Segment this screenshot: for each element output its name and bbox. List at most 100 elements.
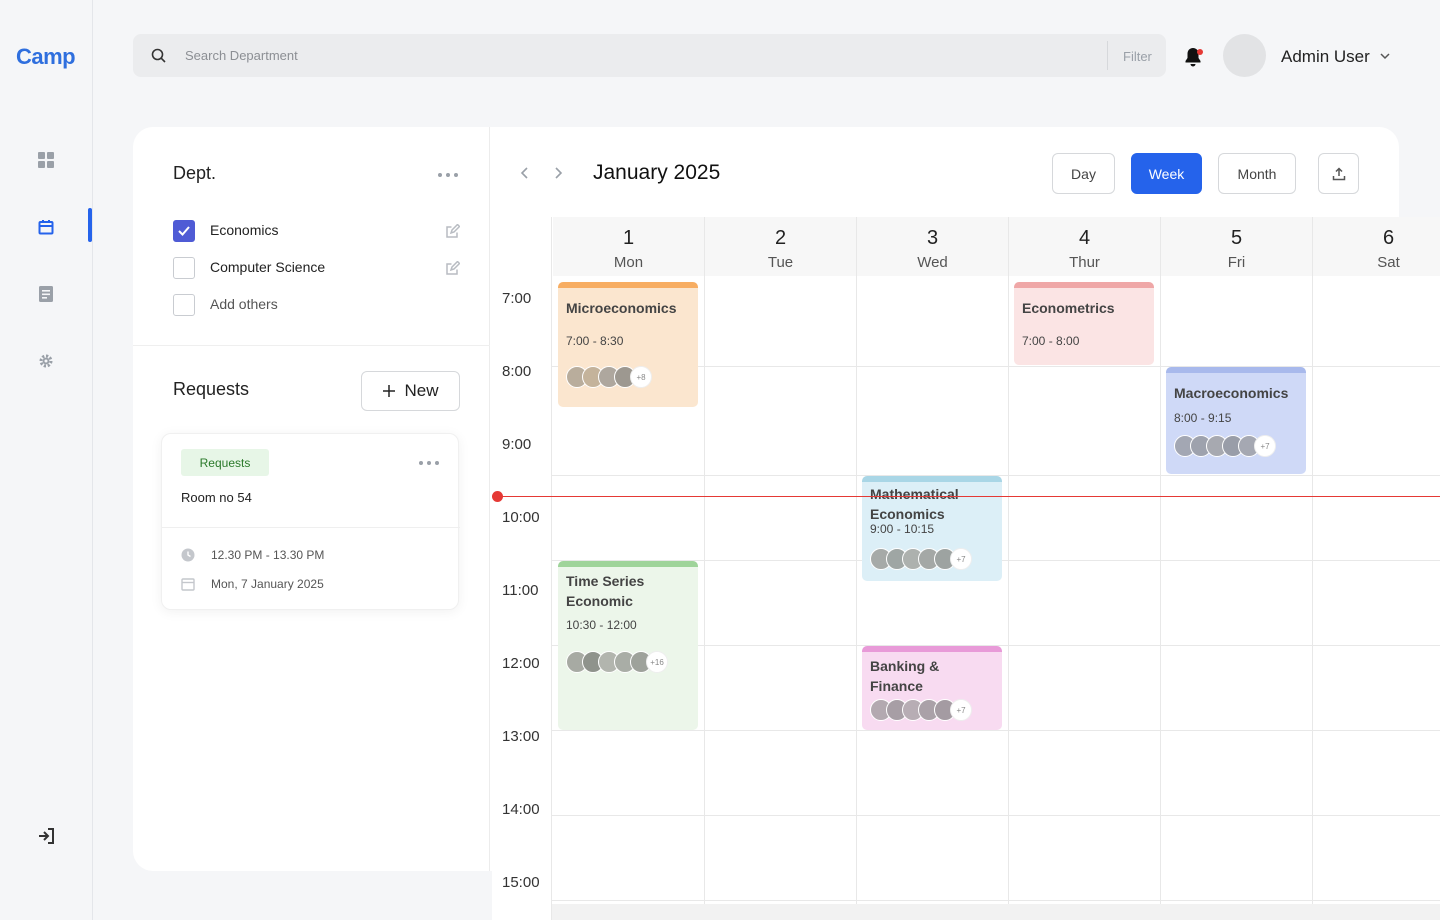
nav-active-indicator <box>88 208 92 242</box>
day-name: Sat <box>1377 254 1400 271</box>
event-time: 9:00 - 10:15 <box>870 522 935 536</box>
calendar-icon <box>181 578 195 591</box>
request-date: Mon, 7 January 2025 <box>211 577 324 591</box>
event-time: 7:00 - 8:30 <box>566 334 624 348</box>
event-time: 10:30 - 12:00 <box>566 618 637 632</box>
request-status-badge: Requests <box>181 449 269 476</box>
day-number: 1 <box>622 227 635 249</box>
day-name: Fri <box>1227 254 1246 271</box>
event-title: Microeconomics <box>566 300 677 316</box>
dashboard-icon[interactable] <box>36 150 56 170</box>
day-number: 6 <box>1382 227 1395 249</box>
grid-line <box>552 900 1440 901</box>
time-label: 11:00 <box>502 582 539 599</box>
view-day-button[interactable]: Day <box>1052 153 1115 194</box>
filter-button[interactable]: Filter <box>1123 49 1152 64</box>
chevron-right-icon[interactable] <box>551 166 565 180</box>
document-icon[interactable] <box>36 284 56 304</box>
sidebar: Camp <box>0 0 93 920</box>
day-name: Mon <box>613 254 644 271</box>
day-header-tue[interactable]: 2 Tue <box>705 217 857 276</box>
time-label: 12:00 <box>502 655 540 672</box>
search-icon <box>151 48 166 63</box>
time-column: 7:00 8:00 9:00 10:00 11:00 12:00 13:00 1… <box>492 217 552 920</box>
day-header-mon[interactable]: 1 Mon <box>553 217 705 276</box>
calendar-grid: 7:00 8:00 9:00 10:00 11:00 12:00 13:00 1… <box>492 217 1440 920</box>
attendee-avatars: +7 <box>870 699 972 721</box>
view-week-button[interactable]: Week <box>1131 153 1202 194</box>
request-more-icon[interactable] <box>419 461 439 465</box>
clock-icon <box>181 548 195 562</box>
day-header-thu[interactable]: 4 Thur <box>1009 217 1161 276</box>
request-room: Room no 54 <box>181 490 252 505</box>
search-bar: Filter <box>133 34 1166 77</box>
day-header-fri[interactable]: 5 Fri <box>1161 217 1313 276</box>
grid-line <box>1008 276 1009 920</box>
day-name: Wed <box>917 254 948 271</box>
view-month-button[interactable]: Month <box>1218 153 1296 194</box>
time-label: 9:00 <box>502 436 532 453</box>
event-time: 7:00 - 8:00 <box>1022 334 1080 348</box>
new-button-label: New <box>404 381 439 400</box>
user-avatar[interactable] <box>1223 34 1266 77</box>
plus-icon <box>383 385 396 397</box>
requests-title: Requests <box>173 379 250 399</box>
month-title: January 2025 <box>593 161 721 184</box>
attendee-avatars: +16 <box>566 651 668 673</box>
edit-icon[interactable] <box>445 261 460 276</box>
settings-gear-icon[interactable] <box>36 351 56 371</box>
grid-line <box>1160 276 1161 920</box>
new-request-button[interactable]: New <box>361 371 460 411</box>
day-header-wed[interactable]: 3 Wed <box>857 217 1009 276</box>
event-econometrics[interactable]: Econometrics 7:00 - 8:00 <box>1014 282 1154 365</box>
search-input[interactable] <box>185 34 1085 77</box>
chevron-left-icon[interactable] <box>518 166 532 180</box>
day-name: Tue <box>767 254 794 271</box>
event-banking-finance[interactable]: Banking & Finance +7 <box>862 646 1002 730</box>
grid-line <box>856 276 857 920</box>
calendar-nav-icon[interactable] <box>36 217 56 237</box>
chevron-down-icon[interactable] <box>1379 50 1391 62</box>
attendee-avatars: +8 <box>566 366 652 388</box>
logout-icon[interactable] <box>36 826 56 846</box>
day-number: 2 <box>774 227 787 249</box>
user-name[interactable]: Admin User <box>1281 47 1370 67</box>
event-title: Mathematical Economics <box>870 486 959 522</box>
attendee-avatars: +7 <box>1174 435 1276 457</box>
checkbox-add-others[interactable] <box>173 294 195 316</box>
time-label: 13:00 <box>502 728 540 745</box>
request-card[interactable]: Requests Room no 54 12.30 PM - 13.30 PM … <box>161 433 460 610</box>
event-title: Econometrics <box>1022 300 1115 316</box>
current-time-marker <box>492 491 503 502</box>
time-label: 15:00 <box>502 874 540 891</box>
event-time-series-economic[interactable]: Time Series Economic 10:30 - 12:00 +16 <box>558 561 698 730</box>
current-time-line <box>492 496 1440 497</box>
event-title: Time Series Economic <box>566 573 645 609</box>
event-microeconomics[interactable]: Microeconomics 7:00 - 8:30 +8 <box>558 282 698 407</box>
divider <box>133 345 490 346</box>
grid-line <box>552 730 1440 731</box>
event-mathematical-economics[interactable]: Mathematical Economics 9:00 - 10:15 +7 <box>862 476 1002 581</box>
more-attendees-badge: +7 <box>950 699 972 721</box>
day-number: 3 <box>926 227 939 249</box>
app-logo[interactable]: Camp <box>16 44 76 70</box>
dept-more-icon[interactable] <box>438 173 458 177</box>
search-divider <box>1107 41 1108 70</box>
attendee-avatars: +7 <box>870 548 972 570</box>
grid-line <box>1312 276 1313 920</box>
checkbox-computer-science[interactable] <box>173 257 195 279</box>
event-title: Banking & Finance <box>870 658 940 694</box>
checkbox-economics[interactable] <box>173 220 195 242</box>
dept-label-computer-science: Computer Science <box>210 259 326 275</box>
time-label: 10:00 <box>502 509 540 526</box>
dept-title: Dept. <box>173 163 217 183</box>
dept-label-add-others[interactable]: Add others <box>210 296 278 312</box>
edit-icon[interactable] <box>445 224 460 239</box>
grid-line <box>552 815 1440 816</box>
more-attendees-badge: +7 <box>950 548 972 570</box>
export-button[interactable] <box>1318 153 1359 194</box>
day-header-sat[interactable]: 6 Sat <box>1313 217 1440 276</box>
more-attendees-badge: +16 <box>646 651 668 673</box>
grid-footer <box>552 904 1440 920</box>
event-macroeconomics[interactable]: Macroeconomics 8:00 - 9:15 +7 <box>1166 367 1306 474</box>
